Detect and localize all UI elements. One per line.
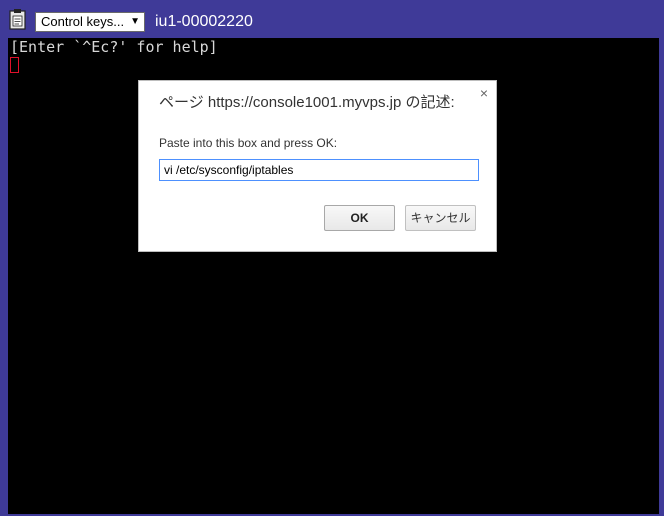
clipboard-icon[interactable]: [9, 8, 26, 30]
toolbar: Control keys... ▼ iu1-00002220: [0, 0, 665, 38]
chevron-down-icon: ▼: [130, 16, 140, 27]
control-keys-select[interactable]: Control keys... ▼: [35, 12, 145, 32]
terminal-help-line: [Enter `^Ec?' for help]: [10, 38, 218, 56]
paste-input[interactable]: [159, 159, 479, 181]
cancel-button[interactable]: キャンセル: [405, 205, 476, 231]
dialog-prompt: Paste into this box and press OK:: [159, 136, 338, 150]
ok-button[interactable]: OK: [324, 205, 395, 231]
control-keys-label: Control keys...: [41, 14, 125, 29]
dialog-title: ページ https://console1001.myvps.jp の記述:: [159, 94, 455, 111]
console-window: Control keys... ▼ iu1-00002220 [Enter `^…: [0, 0, 665, 516]
paste-dialog: ページ https://console1001.myvps.jp の記述: × …: [138, 80, 497, 252]
close-icon[interactable]: ×: [480, 85, 488, 101]
terminal-cursor: [10, 57, 19, 73]
machine-id: iu1-00002220: [155, 13, 253, 30]
